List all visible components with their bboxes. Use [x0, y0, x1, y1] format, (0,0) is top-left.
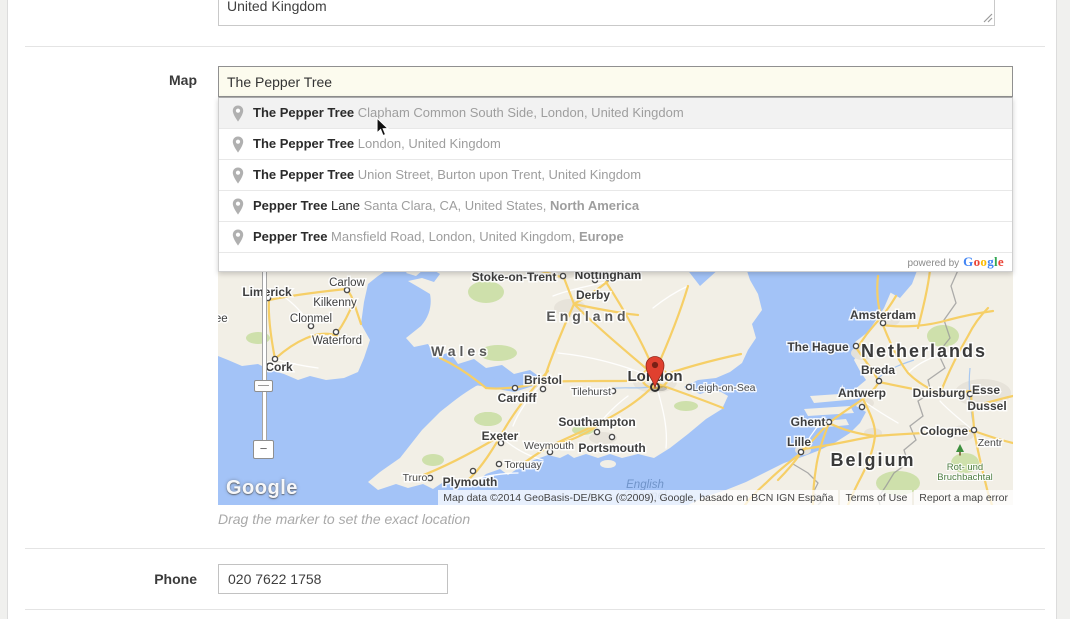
svg-text:Tilehurst: Tilehurst [571, 386, 611, 398]
svg-text:Amsterdam: Amsterdam [850, 308, 916, 322]
svg-text:Bruchbachtal: Bruchbachtal [937, 472, 992, 483]
section-divider [25, 609, 1045, 610]
svg-text:Cardiff: Cardiff [498, 391, 538, 405]
mouse-cursor [376, 117, 390, 137]
svg-text:Dussel: Dussel [967, 399, 1006, 413]
svg-text:Breda: Breda [861, 363, 895, 377]
google-logo: Google [963, 254, 1004, 269]
place-pin-icon [232, 167, 244, 184]
svg-text:Lille: Lille [787, 435, 811, 449]
places-autocomplete-dropdown: The Pepper Tree Clapham Common South Sid… [218, 97, 1013, 272]
autocomplete-suggestion[interactable]: Pepper Tree Lane Santa Clara, CA, United… [219, 190, 1012, 221]
autocomplete-suggestion[interactable]: Pepper Tree Mansfield Road, London, Unit… [219, 221, 1012, 252]
svg-text:Portsmouth: Portsmouth [578, 441, 645, 455]
svg-text:Waterford: Waterford [312, 335, 362, 347]
svg-text:Southampton: Southampton [558, 415, 635, 429]
autocomplete-suggestion[interactable]: The Pepper Tree London, United Kingdom [219, 128, 1012, 159]
svg-text:Belgium: Belgium [830, 450, 915, 470]
svg-text:Bristol: Bristol [524, 373, 562, 387]
svg-text:Cologne: Cologne [920, 424, 968, 438]
powered-by-label: powered by [907, 258, 959, 269]
svg-text:Ghent: Ghent [791, 415, 826, 429]
svg-text:Stoke-on-Trent: Stoke-on-Trent [472, 270, 557, 284]
zoom-slider-handle[interactable] [254, 380, 273, 392]
svg-text:Weymouth: Weymouth [524, 440, 574, 452]
map-canvas[interactable]: lee Limerick Carlow Kilkenny Clonmel Waterfor… [218, 268, 1013, 505]
zoom-slider-track[interactable] [262, 268, 267, 446]
svg-text:Plymouth: Plymouth [443, 475, 498, 489]
svg-text:Antwerp: Antwerp [838, 386, 886, 400]
country-field[interactable] [218, 0, 995, 26]
terms-of-use-link[interactable]: Terms of Use [840, 490, 912, 505]
svg-text:lee: lee [218, 313, 228, 325]
svg-text:Derby: Derby [576, 288, 610, 302]
phone-field-label: Phone [60, 571, 197, 587]
svg-text:Truro: Truro [403, 472, 428, 484]
place-pin-icon [232, 229, 244, 246]
autocomplete-suggestion[interactable]: The Pepper Tree Clapham Common South Sid… [219, 98, 1012, 128]
map-field-label: Map [60, 72, 197, 88]
section-divider [25, 46, 1045, 47]
google-watermark: Google [226, 477, 298, 500]
svg-text:Zentr: Zentr [978, 437, 1003, 449]
svg-text:Wales: Wales [431, 343, 491, 359]
svg-text:Exeter: Exeter [482, 429, 519, 443]
section-divider [25, 548, 1045, 549]
svg-text:Leigh-on-Sea: Leigh-on-Sea [692, 382, 755, 394]
report-map-error-link[interactable]: Report a map error [914, 490, 1013, 505]
svg-text:Carlow: Carlow [329, 277, 365, 289]
svg-text:Duisburg: Duisburg [913, 386, 966, 400]
svg-text:Netherlands: Netherlands [861, 341, 987, 361]
map-hint-text: Drag the marker to set the exact locatio… [218, 511, 470, 527]
map-data-attribution: Map data ©2014 GeoBasis-DE/BKG (©2009), … [438, 490, 838, 505]
svg-text:Torquay: Torquay [504, 459, 542, 471]
autocomplete-list: The Pepper Tree Clapham Common South Sid… [219, 98, 1012, 252]
svg-text:Esse: Esse [972, 383, 1000, 397]
textarea-resize-handle[interactable] [983, 13, 993, 23]
svg-text:Kilkenny: Kilkenny [313, 297, 357, 309]
autocomplete-suggestion[interactable]: The Pepper Tree Union Street, Burton upo… [219, 159, 1012, 190]
svg-text:Limerick: Limerick [242, 285, 292, 299]
svg-text:Clonmel: Clonmel [290, 313, 332, 325]
phone-input[interactable] [218, 564, 448, 594]
zoom-out-button[interactable]: − [253, 440, 274, 459]
powered-by-google: powered by Google [219, 252, 1012, 271]
map-search-input[interactable] [218, 66, 1013, 97]
svg-text:The Hague: The Hague [787, 340, 849, 354]
place-pin-icon [232, 136, 244, 153]
svg-text:England: England [546, 308, 629, 324]
map-tiles: lee Limerick Carlow Kilkenny Clonmel Waterfor… [218, 268, 1013, 505]
place-pin-icon [232, 105, 244, 122]
svg-text:Cork: Cork [265, 360, 293, 374]
page: Map The Pepper Tree Clapham Common South… [0, 0, 1070, 619]
place-pin-icon [232, 198, 244, 215]
